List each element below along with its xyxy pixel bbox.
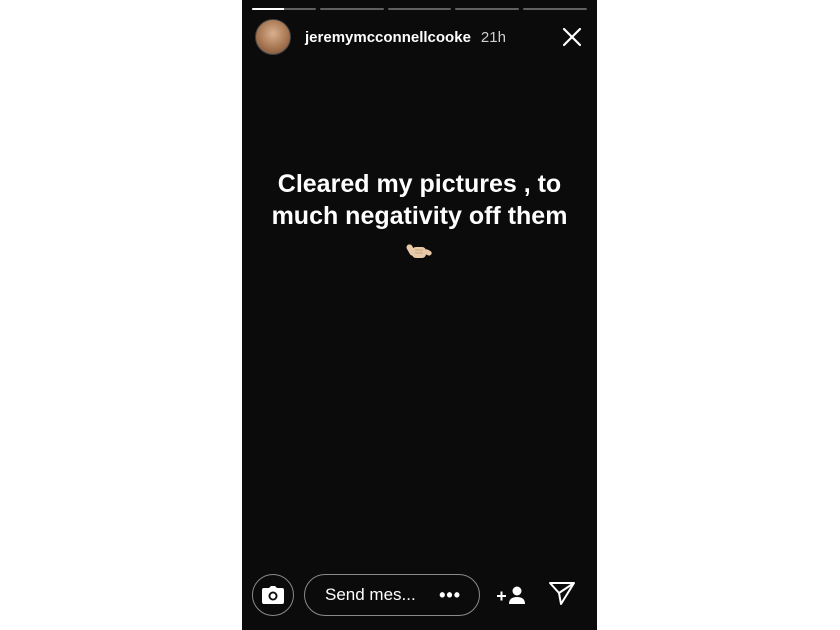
username[interactable]: jeremymcconnellcooke [305,29,471,46]
progress-fill [252,8,284,10]
send-message-placeholder: Send mes... [325,585,416,604]
progress-segment [523,8,587,10]
story-emoji [242,236,597,271]
camera-icon [262,586,284,604]
progress-segment [252,8,316,10]
progress-segment [455,8,520,10]
add-user-icon [497,586,525,604]
story-text-line: much negativity off them [271,202,568,230]
story-progress-bar [252,8,587,10]
send-icon [549,581,575,605]
send-button[interactable] [548,580,576,611]
progress-segment [319,8,384,10]
progress-segment [387,8,452,10]
close-icon [562,27,582,47]
reply-bar: Send mes... ••• [252,572,587,618]
story-header: jeremymcconnellcooke 21h [255,18,584,56]
story-text-line: Cleared my pictures , to [277,170,562,198]
story-text: Cleared my pictures , to much negativity… [242,168,597,232]
camera-button[interactable] [252,574,294,616]
close-button[interactable] [560,25,584,49]
avatar[interactable] [255,19,291,55]
more-options-button[interactable]: ••• [439,585,461,606]
timestamp: 21h [480,28,506,46]
send-message-input[interactable]: Send mes... ••• [304,574,480,616]
add-user-button[interactable] [496,585,528,605]
call-me-hand-emoji-icon [406,244,432,258]
story-viewer: jeremymcconnellcooke 21h Cleared my pict… [242,0,597,630]
